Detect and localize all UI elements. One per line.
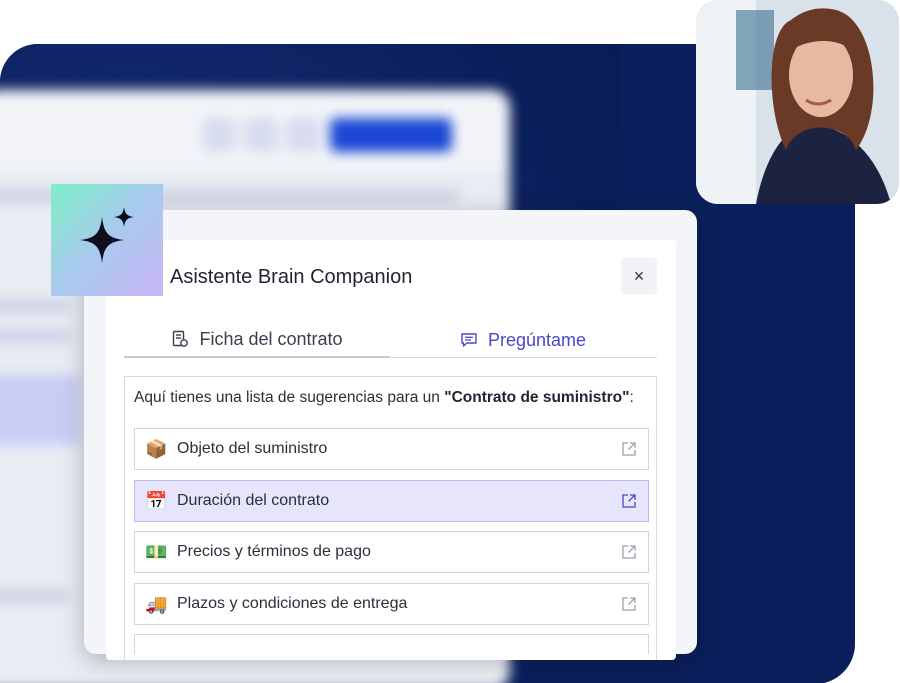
- money-icon: 💵: [145, 541, 168, 562]
- suggestion-intro: Aquí tienes una lista de sugerencias par…: [134, 389, 634, 407]
- tab-label: Pregúntame: [487, 329, 587, 350]
- chat-icon: [461, 333, 477, 347]
- user-photo: [696, 0, 899, 204]
- suggestion-label: Plazos y condiciones de entrega: [177, 595, 408, 612]
- suggestion-label: Objeto del suministro: [177, 440, 328, 457]
- companion-panel: Asistente Brain Companion × Ficha del co…: [106, 240, 676, 660]
- intro-suffix: :: [629, 389, 634, 406]
- blurred-row-accent: [0, 375, 80, 445]
- blurred-toolbar-button: [244, 118, 278, 152]
- person-illustration: [696, 0, 899, 204]
- suggestion-item[interactable]: 💵 Precios y términos de pago: [134, 531, 649, 573]
- blurred-line: [0, 330, 70, 342]
- blurred-toolbar-button: [286, 118, 320, 152]
- sparkle-icon: [80, 207, 134, 263]
- blurred-toolbar-button: [202, 118, 236, 152]
- panel-tabs: Ficha del contrato Pregúntame: [124, 322, 657, 358]
- blurred-primary-button: [330, 118, 452, 152]
- intro-text: Aquí tienes una lista de sugerencias par…: [134, 389, 445, 406]
- suggestion-list: Aquí tienes una lista de sugerencias par…: [124, 376, 657, 660]
- tab-label: Ficha del contrato: [199, 328, 343, 349]
- external-link-icon[interactable]: [620, 440, 638, 458]
- suggestion-item[interactable]: 📅 Duración del contrato: [134, 480, 649, 522]
- tab-preguntame[interactable]: Pregúntame: [390, 322, 656, 358]
- suggestion-item[interactable]: 🚚 Plazos y condiciones de entrega: [134, 583, 649, 625]
- package-icon: 📦: [145, 438, 168, 459]
- brain-companion-logo: [51, 184, 163, 296]
- close-button[interactable]: ×: [621, 258, 657, 294]
- suggestion-item-partial: [134, 634, 649, 654]
- suggestion-label: Precios y términos de pago: [177, 543, 371, 560]
- blurred-line: [0, 590, 70, 602]
- suggestion-item[interactable]: 📦 Objeto del suministro: [134, 428, 649, 470]
- calendar-icon: 📅: [145, 490, 168, 511]
- tab-ficha-contrato[interactable]: Ficha del contrato: [124, 322, 390, 358]
- document-icon: [173, 330, 189, 347]
- blurred-line: [0, 300, 70, 312]
- external-link-icon[interactable]: [620, 543, 638, 561]
- external-link-icon[interactable]: [620, 595, 638, 613]
- close-icon: ×: [633, 265, 645, 286]
- suggestion-label: Duración del contrato: [177, 492, 330, 509]
- intro-contract-type: "Contrato de suministro": [444, 389, 630, 406]
- panel-title: Asistente Brain Companion: [170, 266, 413, 288]
- truck-icon: 🚚: [145, 593, 168, 614]
- external-link-icon[interactable]: [620, 492, 638, 510]
